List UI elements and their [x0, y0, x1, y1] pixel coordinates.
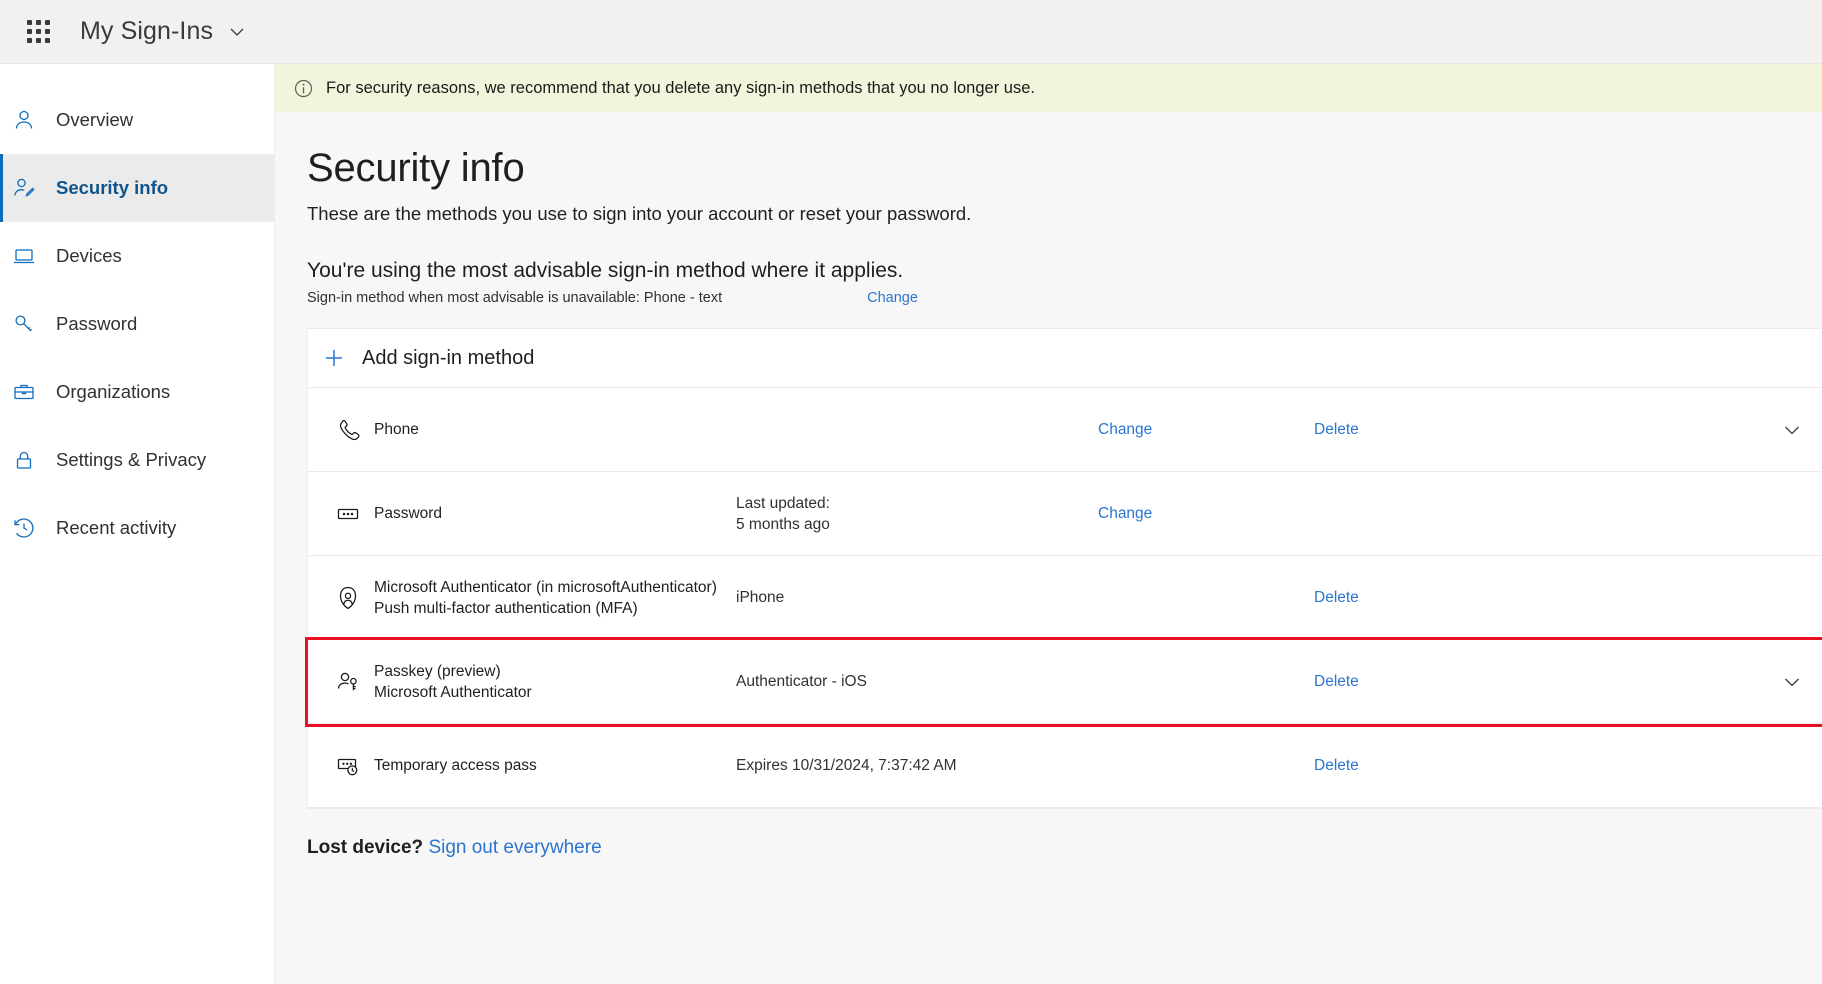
plus-icon [322, 346, 346, 370]
method-name: Password [374, 503, 736, 524]
sidebar-item-organizations[interactable]: Organizations [0, 358, 274, 426]
person-icon [12, 108, 46, 132]
add-sign-in-method-button[interactable]: Add sign-in method [308, 329, 1822, 388]
table-row-passkey-highlighted: Passkey (preview) Microsoft Authenticato… [308, 640, 1822, 724]
method-detail: Expires 10/31/2024, 7:37:42 AM [736, 755, 1098, 776]
sidebar-item-overview[interactable]: Overview [0, 86, 274, 154]
method-detail-line1: Last updated: [736, 493, 1098, 514]
lost-device-label: Lost device? [307, 837, 423, 858]
page-subtitle: These are the methods you use to sign in… [307, 203, 1822, 225]
sidebar-item-password[interactable]: Password [0, 290, 274, 358]
method-delete-link[interactable]: Delete [1314, 421, 1530, 439]
sidebar-item-label: Overview [56, 109, 133, 131]
sign-in-methods-card: Add sign-in method Phone Change Delete [307, 328, 1822, 809]
sidebar-item-recent-activity[interactable]: Recent activity [0, 494, 274, 562]
method-detail: Authenticator - iOS [736, 671, 1098, 692]
advisable-detail-row: Sign-in method when most advisable is un… [307, 290, 1822, 306]
chevron-down-icon[interactable] [227, 22, 247, 42]
method-name-line1: Microsoft Authenticator (in microsoftAut… [374, 577, 736, 598]
method-name-line1: Passkey (preview) [374, 661, 736, 682]
method-change-link[interactable]: Change [1098, 421, 1314, 439]
person-edit-icon [12, 176, 46, 200]
lost-device-row: Lost device? Sign out everywhere [307, 837, 1822, 859]
delete-link-text: Delete [1314, 421, 1359, 438]
phone-icon [322, 416, 374, 444]
delete-link-text: Delete [1314, 757, 1359, 774]
add-sign-in-method-label: Add sign-in method [362, 347, 534, 370]
app-title: My Sign-Ins [80, 17, 213, 46]
sidebar-item-label: Settings & Privacy [56, 449, 206, 471]
security-recommendation-banner: For security reasons, we recommend that … [275, 64, 1822, 112]
method-detail: iPhone [736, 587, 1098, 608]
info-circle-icon [293, 78, 314, 99]
advisable-detail-text: Sign-in method when most advisable is un… [307, 290, 722, 306]
method-delete-link[interactable]: Delete [1314, 589, 1530, 607]
page-title: Security info [307, 146, 1822, 191]
method-name-line2: Push multi-factor authentication (MFA) [374, 598, 736, 619]
delete-link-text: Delete [1314, 589, 1359, 606]
method-delete-link[interactable]: Delete [1314, 757, 1530, 775]
method-change-link[interactable]: Change [1098, 505, 1314, 523]
chevron-down-icon[interactable] [1762, 671, 1822, 693]
authenticator-icon [322, 584, 374, 612]
top-bar: My Sign-Ins [0, 0, 1822, 64]
sidebar-item-settings-privacy[interactable]: Settings & Privacy [0, 426, 274, 494]
change-link-text: Change [1098, 505, 1152, 522]
password-dots-icon [322, 500, 374, 528]
temporary-access-pass-icon [322, 752, 374, 780]
main-content: For security reasons, we recommend that … [275, 64, 1822, 984]
change-link-text: Change [1098, 421, 1152, 438]
sidebar-item-label: Security info [56, 177, 168, 199]
laptop-icon [12, 244, 46, 268]
method-detail: Last updated: 5 months ago [736, 493, 1098, 535]
app-launcher-icon[interactable] [14, 8, 62, 56]
briefcase-icon [12, 380, 46, 404]
method-name: Microsoft Authenticator (in microsoftAut… [374, 577, 736, 619]
sidebar-item-label: Password [56, 313, 137, 335]
app-shell: Overview Security info Devices Password [0, 64, 1822, 984]
sidebar-item-devices[interactable]: Devices [0, 222, 274, 290]
table-row: Password Last updated: 5 months ago Chan… [308, 472, 1822, 556]
passkey-icon [322, 668, 374, 696]
method-name-line2: Microsoft Authenticator [374, 682, 736, 703]
sidebar-item-label: Devices [56, 245, 122, 267]
sidebar-item-label: Organizations [56, 381, 170, 403]
sign-out-everywhere-link[interactable]: Sign out everywhere [428, 837, 601, 858]
page-content: Security info These are the methods you … [275, 112, 1822, 859]
app-launcher-grid [27, 20, 50, 43]
method-name: Passkey (preview) Microsoft Authenticato… [374, 661, 736, 703]
history-icon [12, 516, 46, 540]
method-name: Temporary access pass [374, 755, 736, 776]
key-icon [12, 312, 46, 336]
method-delete-link[interactable]: Delete [1314, 673, 1530, 691]
sidebar-item-security-info[interactable]: Security info [0, 154, 274, 222]
method-detail-line2: 5 months ago [736, 514, 1098, 535]
sidebar-item-label: Recent activity [56, 517, 176, 539]
table-row: Temporary access pass Expires 10/31/2024… [308, 724, 1822, 808]
advisable-heading: You're using the most advisable sign-in … [307, 259, 1822, 283]
delete-link-text: Delete [1314, 673, 1359, 690]
table-row: Microsoft Authenticator (in microsoftAut… [308, 556, 1822, 640]
table-row: Phone Change Delete [308, 388, 1822, 472]
banner-text: For security reasons, we recommend that … [326, 79, 1035, 98]
lock-icon [12, 448, 46, 472]
advisable-change-link[interactable]: Change [867, 290, 918, 306]
sidebar: Overview Security info Devices Password [0, 64, 275, 984]
chevron-down-icon[interactable] [1762, 419, 1822, 441]
method-name: Phone [374, 419, 736, 440]
